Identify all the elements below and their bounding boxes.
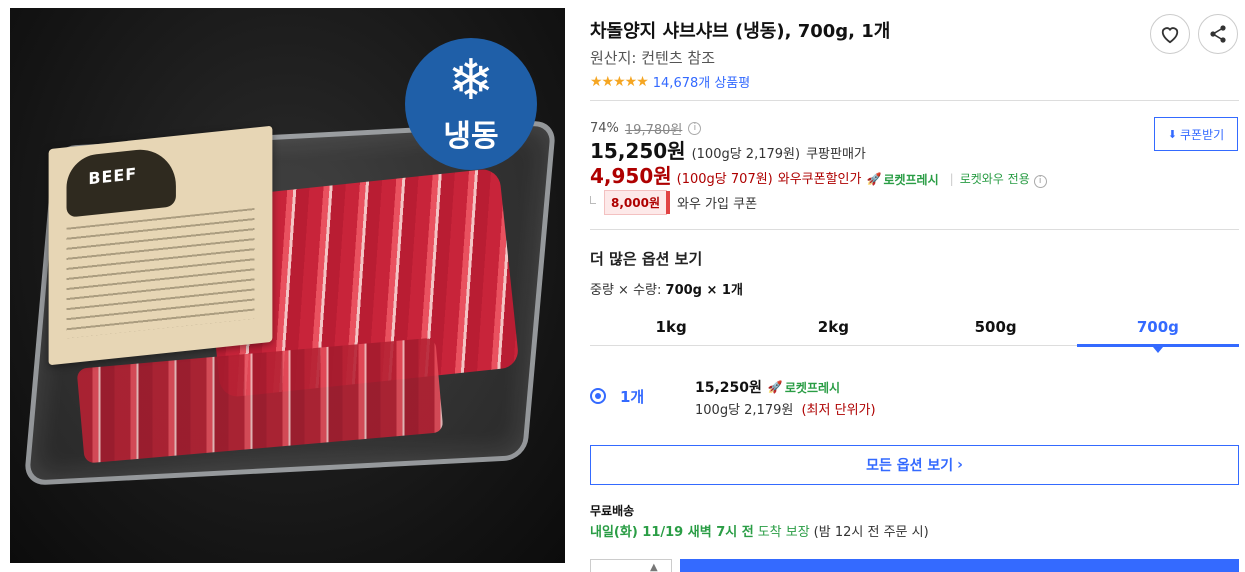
- wow-unit-price: (100g당 707원): [676, 172, 773, 187]
- options-section-title: 더 많은 옵션 보기: [590, 250, 703, 268]
- wow-only-note: | 로켓와우 전용 i: [950, 170, 1047, 188]
- join-coupon-label: 와우 가입 쿠폰: [677, 197, 758, 212]
- wow-price-label: 와우쿠폰할인가: [777, 172, 862, 187]
- frozen-badge: ❄ 냉동: [405, 38, 537, 170]
- lowest-unit-note: (최저 단위가): [801, 403, 876, 418]
- rocket-icon: 🚀: [866, 172, 882, 186]
- review-count-link[interactable]: 14,678개 상품평: [653, 72, 750, 91]
- product-info-panel: 차돌양지 샤브샤브 (냉동), 700g, 1개 원산지: 컨텐츠 참조 ★★★…: [590, 0, 1240, 572]
- divider: [590, 229, 1239, 230]
- all-options-button[interactable]: 모든 옵션 보기 ›: [590, 445, 1239, 485]
- buy-button[interactable]: [680, 559, 1239, 572]
- star-rating: ★★★★★: [590, 73, 649, 90]
- heart-icon: [1161, 27, 1179, 44]
- quantity-stepper[interactable]: [590, 559, 672, 572]
- chevron-right-icon: ›: [957, 457, 963, 473]
- rocket-fresh-badge: 🚀 로켓프레시: [768, 379, 840, 396]
- tab-2kg[interactable]: 2kg: [752, 308, 914, 345]
- option-selection-value: 700g × 1개: [665, 283, 743, 298]
- info-icon[interactable]: i: [1033, 175, 1047, 188]
- rocket-icon: 🚀: [767, 380, 783, 394]
- wow-price: 4,950원: [590, 164, 672, 188]
- all-options-label: 모든 옵션 보기: [866, 458, 954, 474]
- wow-only-label: 로켓와우 전용: [959, 172, 1030, 186]
- download-icon: ⬇: [1167, 127, 1178, 141]
- wow-price-row: 4,950원 (100g당 707원) 와우쿠폰할인가 🚀 로켓프레시 | 로켓와…: [590, 160, 1047, 189]
- option-item[interactable]: 1개 15,250원 🚀 로켓프레시 100g당 2,179원 (최저 단위가): [590, 368, 1239, 422]
- coupon-download-label: 쿠폰받기: [1180, 127, 1225, 142]
- divider: [590, 100, 1239, 101]
- rocket-fresh-label: 로켓프레시: [784, 380, 841, 395]
- product-image[interactable]: BEEF ❄ 냉동: [10, 8, 565, 563]
- info-icon[interactable]: i: [688, 122, 702, 135]
- product-title: 차돌양지 샤브샤브 (냉동), 700g, 1개: [590, 21, 891, 42]
- rocket-fresh-label: 로켓프레시: [883, 172, 939, 187]
- arrival-info: 내일(화) 11/19 새벽 7시 전 도착 보장 (밤 12시 전 주문 시): [590, 521, 929, 540]
- wishlist-button[interactable]: [1150, 14, 1190, 54]
- share-icon: [1210, 25, 1226, 43]
- free-shipping-label: 무료배송: [590, 504, 635, 518]
- arrival-date: 내일(화) 11/19 새벽 7시 전: [590, 525, 754, 540]
- tab-1kg[interactable]: 1kg: [590, 308, 752, 345]
- product-origin: 원산지: 컨텐츠 참조: [590, 49, 715, 67]
- share-button[interactable]: [1198, 14, 1238, 54]
- option-selection-summary: 중량 × 수량: 700g × 1개: [590, 283, 743, 298]
- arrival-guarantee: 도착 보장: [757, 525, 810, 540]
- rating-row: ★★★★★ 14,678개 상품평: [590, 72, 750, 92]
- option-price: 15,250원: [695, 380, 762, 396]
- join-coupon-row: 8,000원 와우 가입 쿠폰: [590, 190, 757, 215]
- join-coupon-amount: 8,000원: [604, 190, 670, 215]
- option-radio[interactable]: [590, 388, 606, 404]
- option-unit-price: 100g당 2,179원: [695, 403, 794, 418]
- discount-rate: 74%: [590, 121, 619, 136]
- coupon-download-button[interactable]: ⬇ 쿠폰받기: [1154, 117, 1238, 151]
- tab-700g[interactable]: 700g: [1076, 308, 1239, 353]
- option-quantity: 1개: [620, 388, 645, 406]
- tab-500g[interactable]: 500g: [915, 308, 1077, 345]
- weight-option-tabs: 1kg 2kg 500g 700g: [590, 308, 1239, 353]
- snowflake-icon: ❄: [447, 48, 495, 113]
- chevron-up-icon[interactable]: ▲: [650, 562, 658, 572]
- rocket-fresh-badge: 🚀 로켓프레시: [866, 171, 938, 188]
- package-label: BEEF: [48, 125, 273, 366]
- frozen-badge-text: 냉동: [443, 119, 499, 154]
- arrival-condition: (밤 12시 전 주문 시): [813, 525, 929, 540]
